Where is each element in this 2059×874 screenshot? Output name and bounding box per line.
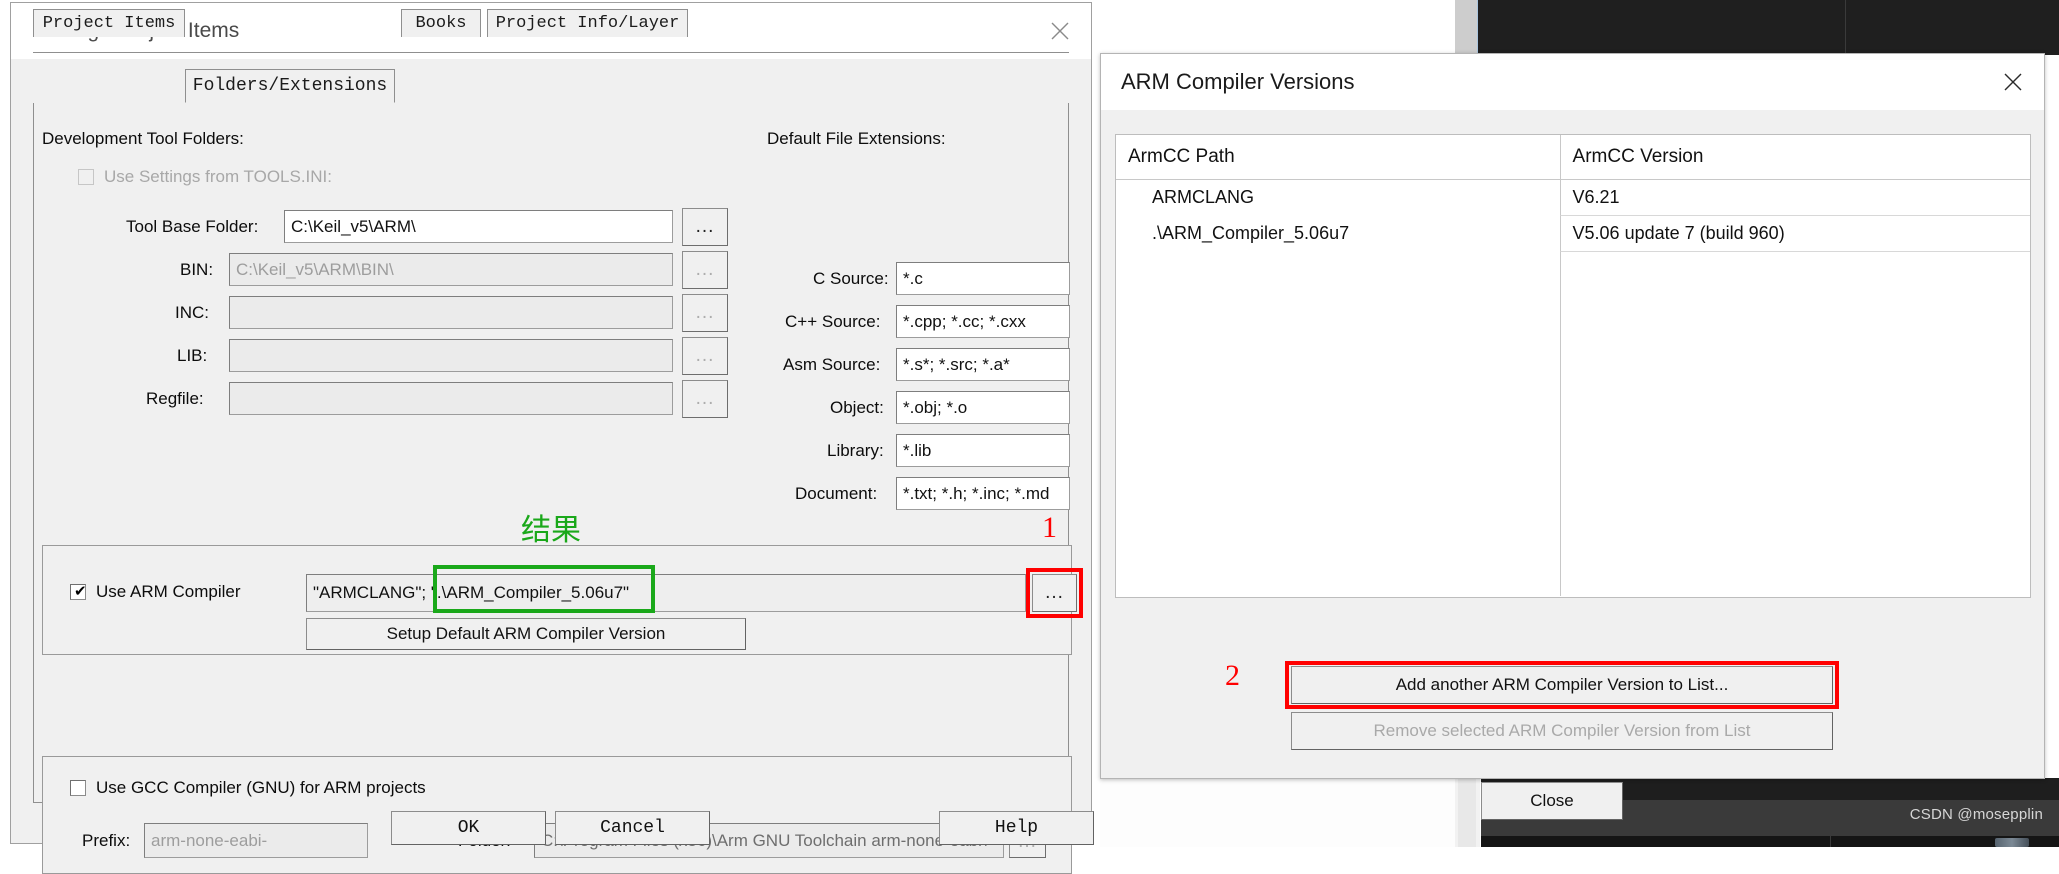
table-row[interactable]: ARMCLANG V6.21 [1116, 180, 2030, 216]
close-button[interactable]: Close [1481, 782, 1623, 820]
cell-armcc-version: V5.06 update 7 (build 960) [1559, 216, 2030, 252]
use-arm-compiler-checkbox[interactable]: ✔ [70, 583, 87, 600]
background-editor-area [1100, 778, 1480, 847]
tab-label: Project Info/Layer [495, 14, 680, 33]
use-tools-ini-checkbox[interactable] [78, 169, 94, 185]
add-arm-compiler-version-button[interactable]: Add another ARM Compiler Version to List… [1291, 666, 1833, 704]
close-icon[interactable] [1982, 54, 2044, 109]
background-dark-panel-top [1478, 0, 2059, 55]
background-side-strip [1100, 0, 1110, 55]
tool-base-folder-browse-button[interactable]: ... [682, 208, 728, 246]
table-row[interactable]: .\ARM_Compiler_5.06u7 V5.06 update 7 (bu… [1116, 216, 2030, 252]
versions-dialog-title: ARM Compiler Versions [1121, 68, 1355, 94]
annotation-step-1: 1 [1042, 511, 1057, 544]
use-arm-compiler-label: Use ARM Compiler [96, 582, 241, 601]
csdn-watermark: CSDN @mosepplin [1909, 806, 2043, 823]
folders-extensions-page: Development Tool Folders: Use Settings f… [33, 103, 1083, 874]
cell-armcc-version: V6.21 [1559, 180, 2030, 216]
lib-input [229, 339, 673, 372]
regfile-input [229, 382, 673, 415]
use-gcc-compiler-checkbox[interactable] [70, 780, 86, 796]
lib-label: LIB: [177, 346, 208, 365]
c-source-label: C Source: [813, 269, 889, 288]
cpp-source-label: C++ Source: [785, 312, 881, 331]
tab-project-info-layer[interactable]: Project Info/Layer [487, 9, 688, 37]
background-footer-divider [1830, 836, 1831, 847]
table-empty-col-path [1116, 252, 1560, 596]
ok-button[interactable]: OK [391, 811, 546, 845]
asm-source-label: Asm Source: [783, 355, 881, 374]
development-tool-folders-label: Development Tool Folders: [42, 129, 244, 148]
arm-compiler-version-highlight: .\ARM_Compiler_5.06u7" [436, 583, 630, 602]
annotation-result-label: 结果 [521, 514, 581, 547]
background-scrollbar[interactable] [1455, 0, 1477, 55]
table-header: ArmCC Path ArmCC Version [1116, 135, 2030, 180]
arm-compiler-versions-dialog: ARM Compiler Versions ArmCC Path ArmCC V… [1100, 53, 2045, 820]
tab-folders-extensions[interactable]: Folders/Extensions [185, 69, 395, 103]
object-input[interactable]: *.obj; *.o [896, 391, 1070, 424]
object-label: Object: [830, 398, 884, 417]
setup-default-arm-compiler-version-button[interactable]: Setup Default ARM Compiler Version [306, 618, 746, 650]
use-gcc-compiler-label: Use GCC Compiler (GNU) for ARM projects [96, 778, 426, 797]
tabstrip-baseline [33, 52, 1069, 53]
column-header-armcc-path[interactable]: ArmCC Path [1116, 135, 1560, 179]
cancel-button[interactable]: Cancel [555, 811, 710, 845]
inc-browse-button: ... [682, 294, 728, 332]
default-file-extensions-label: Default File Extensions: [767, 129, 946, 148]
arm-compiler-browse-button[interactable]: ... [1032, 574, 1077, 612]
manage-project-items-dialog: Manage Project Items Project Items Folde… [10, 2, 1094, 874]
library-label: Library: [827, 441, 884, 460]
cpp-source-input[interactable]: *.cpp; *.cc; *.cxx [896, 305, 1070, 338]
cell-armcc-path: ARMCLANG [1116, 180, 1560, 216]
asm-source-input[interactable]: *.s*; *.src; *.a* [896, 348, 1070, 381]
arm-compiler-versions-table[interactable]: ArmCC Path ArmCC Version ARMCLANG V6.21 … [1115, 134, 2031, 598]
tool-base-folder-input[interactable]: C:\Keil_v5\ARM\ [284, 210, 673, 243]
checkmark-icon: ✔ [74, 583, 87, 600]
regfile-label: Regfile: [146, 389, 204, 408]
inc-label: INC: [175, 303, 209, 322]
close-icon[interactable] [1029, 3, 1091, 58]
cell-armcc-path: .\ARM_Compiler_5.06u7 [1116, 216, 1560, 252]
document-input[interactable]: *.txt; *.h; *.inc; *.md [896, 477, 1070, 510]
background-dark-panel-divider [1845, 0, 1846, 55]
bin-browse-button: ... [682, 251, 728, 289]
inc-input [229, 296, 673, 329]
lib-browse-button: ... [682, 337, 728, 375]
arm-compiler-version-input[interactable]: "ARMCLANG"; " .\ARM_Compiler_5.06u7" [306, 574, 1026, 612]
use-tools-ini-label: Use Settings from TOOLS.INI: [104, 167, 333, 186]
document-label: Document: [795, 484, 878, 503]
background-editor-scrollbar-thumb[interactable] [1458, 778, 1476, 847]
gcc-prefix-input: arm-none-eabi- [144, 823, 368, 858]
table-empty-area[interactable] [1116, 252, 2030, 596]
c-source-input[interactable]: *.c [896, 262, 1070, 295]
tab-project-items[interactable]: Project Items [33, 9, 185, 37]
tab-label: Project Items [42, 14, 176, 33]
tab-label: Books [415, 14, 467, 33]
help-button[interactable]: Help [939, 811, 1094, 845]
background-dark-panel-footer [1481, 836, 2059, 847]
annotation-step-2: 2 [1225, 659, 1240, 692]
arm-compiler-version-prefix: "ARMCLANG"; " [313, 583, 437, 602]
gcc-prefix-label: Prefix: [82, 831, 131, 850]
library-input[interactable]: *.lib [896, 434, 1070, 467]
tab-label: Folders/Extensions [192, 76, 388, 96]
tab-books[interactable]: Books [401, 9, 481, 37]
remove-arm-compiler-version-button: Remove selected ARM Compiler Version fro… [1291, 712, 1833, 750]
tool-base-folder-label: Tool Base Folder: [126, 217, 259, 236]
background-thumbnail [1995, 838, 2029, 847]
column-header-armcc-version[interactable]: ArmCC Version [1559, 135, 2030, 179]
regfile-browse-button: ... [682, 380, 728, 418]
versions-dialog-titlebar: ARM Compiler Versions [1101, 54, 2044, 110]
bin-label: BIN: [180, 260, 214, 279]
bin-input: C:\Keil_v5\ARM\BIN\ [229, 253, 673, 286]
table-empty-col-version [1559, 252, 2030, 596]
